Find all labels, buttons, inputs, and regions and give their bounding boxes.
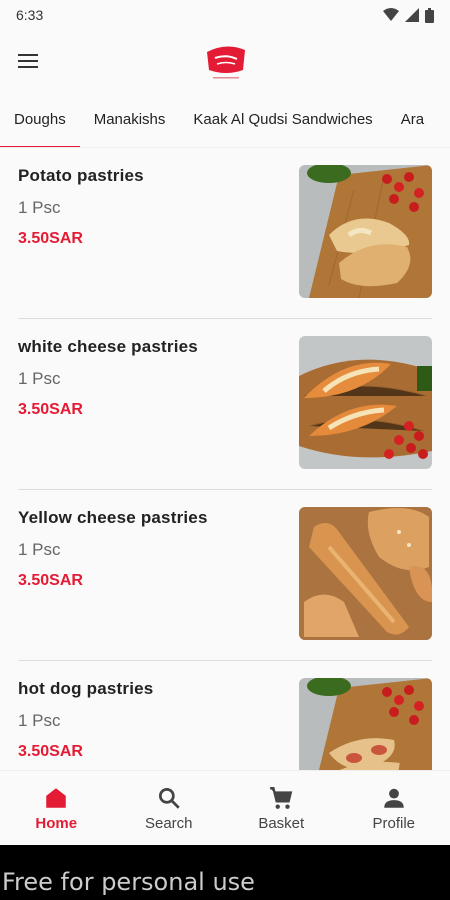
hot-dog-pastries-image [299,678,432,770]
product-name: white cheese pastries [18,337,198,356]
search-icon [158,787,180,809]
signal-icon [405,8,419,22]
nav-home[interactable]: Home [0,771,113,845]
product-name: Potato pastries [18,166,144,185]
product-list: Potato pastries 1 Psc 3.50SAR white chee… [0,148,450,770]
product-item[interactable]: hot dog pastries 1 Psc 3.50SAR [18,661,432,770]
product-item[interactable]: white cheese pastries 1 Psc 3.50SAR [18,319,432,490]
status-icons [383,7,434,23]
product-price: 3.50SAR [18,743,83,760]
tab-ara[interactable]: Ara [401,92,424,147]
nav-label: Home [35,815,78,832]
bottom-navigation: Home Search Basket Profile [0,770,450,845]
product-item[interactable]: Potato pastries 1 Psc 3.50SAR [18,148,432,319]
app-bar [0,30,450,92]
category-tabs: Doughs Manakishs Kaak Al Qudsi Sandwiche… [0,92,450,148]
product-name: Yellow cheese pastries [18,508,208,527]
nav-basket[interactable]: Basket [225,771,338,845]
nav-search[interactable]: Search [113,771,226,845]
nav-label: Profile [372,815,416,832]
tab-kaak-al-qudsi-sandwiches[interactable]: Kaak Al Qudsi Sandwiches [193,92,372,147]
cart-icon [270,787,293,809]
status-bar: 6:33 [0,0,450,30]
brand-logo [207,46,245,79]
potato-pastries-image [299,165,432,298]
tab-doughs[interactable]: Doughs [0,92,80,147]
product-quantity: 1 Psc [18,369,61,388]
white-cheese-pastries-image [299,336,432,469]
home-icon [46,788,66,808]
nav-label: Basket [258,815,305,832]
profile-icon [384,788,404,808]
product-quantity: 1 Psc [18,198,61,217]
product-price: 3.50SAR [18,572,83,589]
product-name: hot dog pastries [18,679,154,698]
wifi-icon [383,8,399,21]
watermark-text: Free for personal use [2,868,255,896]
nav-profile[interactable]: Profile [338,771,450,845]
product-price: 3.50SAR [18,401,83,418]
status-time: 6:33 [16,7,44,23]
yellow-cheese-pastries-image [299,507,432,640]
product-item[interactable]: Yellow cheese pastries 1 Psc 3.50SAR [18,490,432,661]
nav-label: Search [144,815,193,832]
tab-manakishs[interactable]: Manakishs [94,92,166,147]
menu-button[interactable] [14,46,44,76]
product-price: 3.50SAR [18,230,83,247]
product-quantity: 1 Psc [18,540,61,559]
product-quantity: 1 Psc [18,711,61,730]
battery-icon [425,7,434,23]
